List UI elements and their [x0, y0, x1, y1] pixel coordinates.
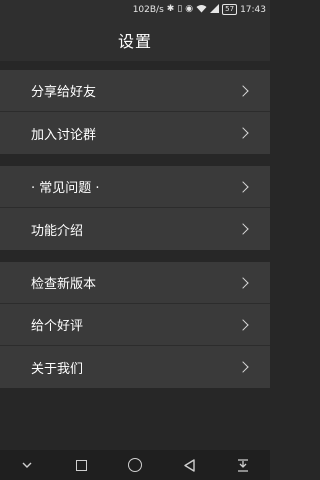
share-with-friends-label: 分享给好友 — [31, 85, 97, 100]
chevron-right-icon — [237, 361, 249, 373]
about-us-item[interactable]: 关于我们 — [0, 346, 270, 388]
back-button[interactable] — [169, 450, 209, 480]
eye-icon: ◉ — [185, 4, 194, 14]
recents-button[interactable] — [61, 450, 101, 480]
home-icon — [128, 458, 142, 472]
vibrate-icon: ▯ — [177, 4, 183, 14]
clock: 17:43 — [240, 4, 266, 15]
chevron-right-icon — [237, 223, 249, 235]
join-discussion-group-item[interactable]: 加入讨论群 — [0, 112, 270, 154]
feature-intro-item[interactable]: 功能介绍 — [0, 208, 270, 250]
settings-group-about: 检查新版本 给个好评 关于我们 — [0, 262, 270, 388]
chevron-right-icon — [237, 127, 249, 139]
system-navigation-bar — [0, 450, 270, 480]
home-button[interactable] — [115, 450, 155, 480]
settings-group-help: · 常见问题 · 功能介绍 — [0, 166, 270, 250]
faq-item[interactable]: · 常见问题 · — [0, 166, 270, 208]
chevron-right-icon — [237, 276, 249, 289]
collapse-button[interactable] — [7, 450, 47, 480]
feature-intro-label: 功能介绍 — [31, 223, 84, 239]
rate-app-item[interactable]: 给个好评 — [0, 304, 270, 346]
chevron-right-icon — [237, 318, 249, 331]
chevron-right-icon — [237, 180, 249, 193]
check-update-item[interactable]: 检查新版本 — [0, 262, 270, 304]
wifi-icon — [196, 4, 207, 16]
notification-pull-icon — [238, 458, 248, 472]
recents-icon — [75, 459, 87, 471]
faq-label: · 常见问题 · — [31, 181, 100, 196]
network-speed: 102B/s — [132, 4, 164, 15]
page-title: 设置 — [117, 32, 152, 51]
rate-app-label: 给个好评 — [31, 319, 84, 334]
signal-icon — [210, 3, 220, 16]
bluetooth-icon: ✱ — [166, 4, 175, 14]
back-icon — [183, 458, 195, 472]
check-update-label: 检查新版本 — [31, 277, 97, 292]
join-discussion-group-label: 加入讨论群 — [31, 127, 97, 143]
share-with-friends-item[interactable]: 分享给好友 — [0, 70, 270, 112]
title-bar: 设置 — [0, 19, 270, 61]
collapse-icon — [22, 462, 32, 468]
settings-group-share: 分享给好友 加入讨论群 — [0, 70, 270, 154]
chevron-right-icon — [237, 84, 249, 97]
status-bar: 102B/s ✱ ▯ ◉ 57 17:43 — [0, 0, 270, 19]
about-us-label: 关于我们 — [31, 361, 84, 377]
notification-pull-button[interactable] — [223, 450, 263, 480]
battery-indicator: 57 — [222, 4, 238, 15]
